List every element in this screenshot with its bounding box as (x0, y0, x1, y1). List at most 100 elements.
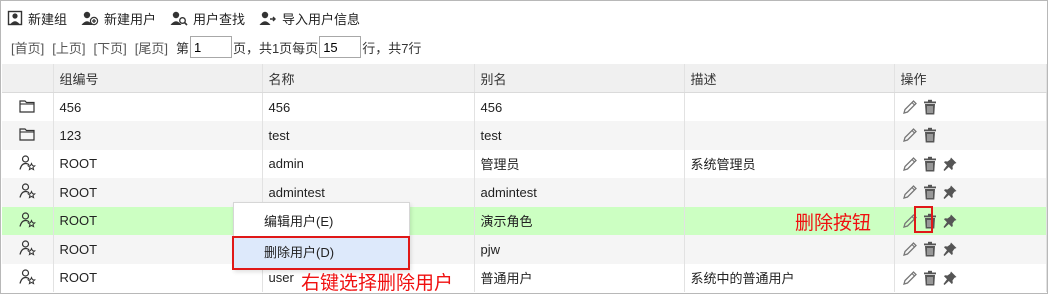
pin-icon (943, 271, 956, 285)
assign-button[interactable] (941, 183, 959, 201)
import-user-label: 导入用户信息 (282, 11, 361, 27)
delete-button-annotation: 删除按钮 (795, 212, 872, 234)
icon-column-header (2, 64, 54, 93)
alias-cell: 演示角色 (474, 206, 685, 235)
group-column-header[interactable]: 组编号 (53, 64, 263, 93)
row-type-icon-cell (2, 121, 54, 150)
group-id-cell: ROOT (53, 149, 263, 178)
edit-button[interactable] (901, 98, 919, 116)
prev-page-link[interactable]: [上页] (52, 38, 85, 57)
delete-button[interactable] (921, 183, 939, 201)
user-table: 组编号 名称 别名 描述 操作 456 456 456 123 test test ROOT… (2, 64, 1047, 292)
table-row[interactable]: ROOT user 普通用户 系统中的普通用户 (2, 263, 1047, 292)
edit-pencil-icon (902, 156, 917, 171)
assign-button[interactable] (941, 155, 959, 173)
alias-cell: 456 (474, 92, 685, 121)
description-cell (684, 121, 895, 150)
name-cell: test (262, 121, 475, 150)
table-row[interactable]: ROOT 演示角色 (2, 206, 1047, 235)
row-actions (901, 240, 1040, 258)
operations-cell (894, 92, 1047, 121)
table-body: 456 456 456 123 test test ROOT admin 管理员 系统管理员 ROO… (2, 92, 1047, 292)
trash-icon (923, 128, 936, 143)
user-star-icon (19, 269, 36, 285)
pin-icon (943, 185, 956, 200)
alias-cell: admintest (474, 178, 685, 207)
edit-button[interactable] (901, 183, 919, 201)
edit-pencil-icon (902, 100, 917, 114)
operations-cell (894, 178, 1047, 207)
row-actions (901, 183, 1040, 201)
import-user-button[interactable]: 导入用户信息 (259, 9, 360, 28)
name-column-header[interactable]: 名称 (262, 64, 475, 93)
user-management-panel: 新建组 新建用户 用户查找 导入用户信息 [首页] [上页] [下页] [尾页]… (0, 0, 1048, 294)
first-page-link[interactable]: [首页] (11, 38, 44, 57)
pin-icon (943, 242, 956, 257)
description-cell (684, 92, 895, 121)
group-id-cell: ROOT (53, 206, 263, 235)
row-type-icon-cell (2, 92, 54, 121)
folder-icon (19, 99, 35, 113)
row-actions (901, 155, 1040, 173)
row-type-icon-cell (2, 206, 54, 235)
edit-button[interactable] (901, 240, 919, 258)
trash-icon (923, 99, 936, 115)
page-number-input[interactable] (189, 36, 232, 58)
user-star-icon (19, 212, 36, 228)
delete-button[interactable] (921, 212, 939, 230)
row-actions (901, 98, 1040, 116)
last-page-link[interactable]: [尾页] (135, 38, 168, 57)
row-type-icon-cell (2, 149, 54, 178)
trash-icon (923, 213, 936, 229)
description-column-header[interactable]: 描述 (684, 64, 895, 93)
delete-user-menu-item[interactable]: 删除用户(D) (234, 238, 409, 268)
table-row[interactable]: 123 test test (2, 121, 1047, 150)
table-row[interactable]: ROOT admin 管理员 系统管理员 (2, 149, 1047, 178)
new-user-button[interactable]: 新建用户 (81, 9, 156, 28)
find-user-button[interactable]: 用户查找 (170, 9, 245, 28)
edit-button[interactable] (901, 212, 919, 230)
new-group-button[interactable]: 新建组 (7, 9, 67, 28)
edit-user-menu-item[interactable]: 编辑用户(E) (234, 207, 409, 237)
delete-button[interactable] (921, 98, 939, 116)
assign-button[interactable] (941, 240, 959, 258)
new-group-label: 新建组 (28, 11, 68, 27)
edit-button[interactable] (901, 269, 919, 287)
trash-icon (923, 156, 936, 172)
toolbar: 新建组 新建用户 用户查找 导入用户信息 (7, 7, 374, 29)
description-cell (684, 178, 895, 207)
group-id-cell: ROOT (53, 263, 263, 292)
name-cell: 456 (262, 92, 475, 121)
table-row[interactable]: 456 456 456 (2, 92, 1047, 121)
delete-button[interactable] (921, 269, 939, 287)
table-row[interactable]: ROOT pjw (2, 235, 1047, 264)
next-page-link[interactable]: [下页] (93, 38, 126, 57)
user-star-icon (19, 183, 36, 199)
alias-cell: pjw (474, 235, 685, 264)
edit-pencil-icon (902, 242, 917, 257)
operations-cell (894, 206, 1047, 235)
edit-button[interactable] (901, 155, 919, 173)
pin-icon (943, 214, 956, 228)
group-id-cell: ROOT (53, 235, 263, 264)
user-star-icon (19, 240, 36, 256)
assign-button[interactable] (941, 269, 959, 287)
assign-button[interactable] (941, 212, 959, 230)
trash-icon (923, 270, 936, 286)
edit-button[interactable] (901, 126, 919, 144)
trash-icon (923, 185, 936, 200)
page-prefix: 第 (175, 40, 189, 56)
edit-pencil-icon (902, 128, 917, 143)
delete-button[interactable] (921, 155, 939, 173)
delete-button[interactable] (921, 126, 939, 144)
page-info-text: 页，共1页每页 (232, 40, 319, 56)
import-user-icon (259, 11, 277, 25)
alias-column-header[interactable]: 别名 (474, 64, 685, 93)
alias-cell: 普通用户 (474, 263, 685, 292)
user-star-icon (19, 155, 36, 171)
row-type-icon-cell (2, 263, 54, 292)
delete-button[interactable] (921, 240, 939, 258)
row-type-icon-cell (2, 178, 54, 207)
table-row[interactable]: ROOT admintest admintest (2, 178, 1047, 207)
page-size-input[interactable] (319, 36, 362, 58)
